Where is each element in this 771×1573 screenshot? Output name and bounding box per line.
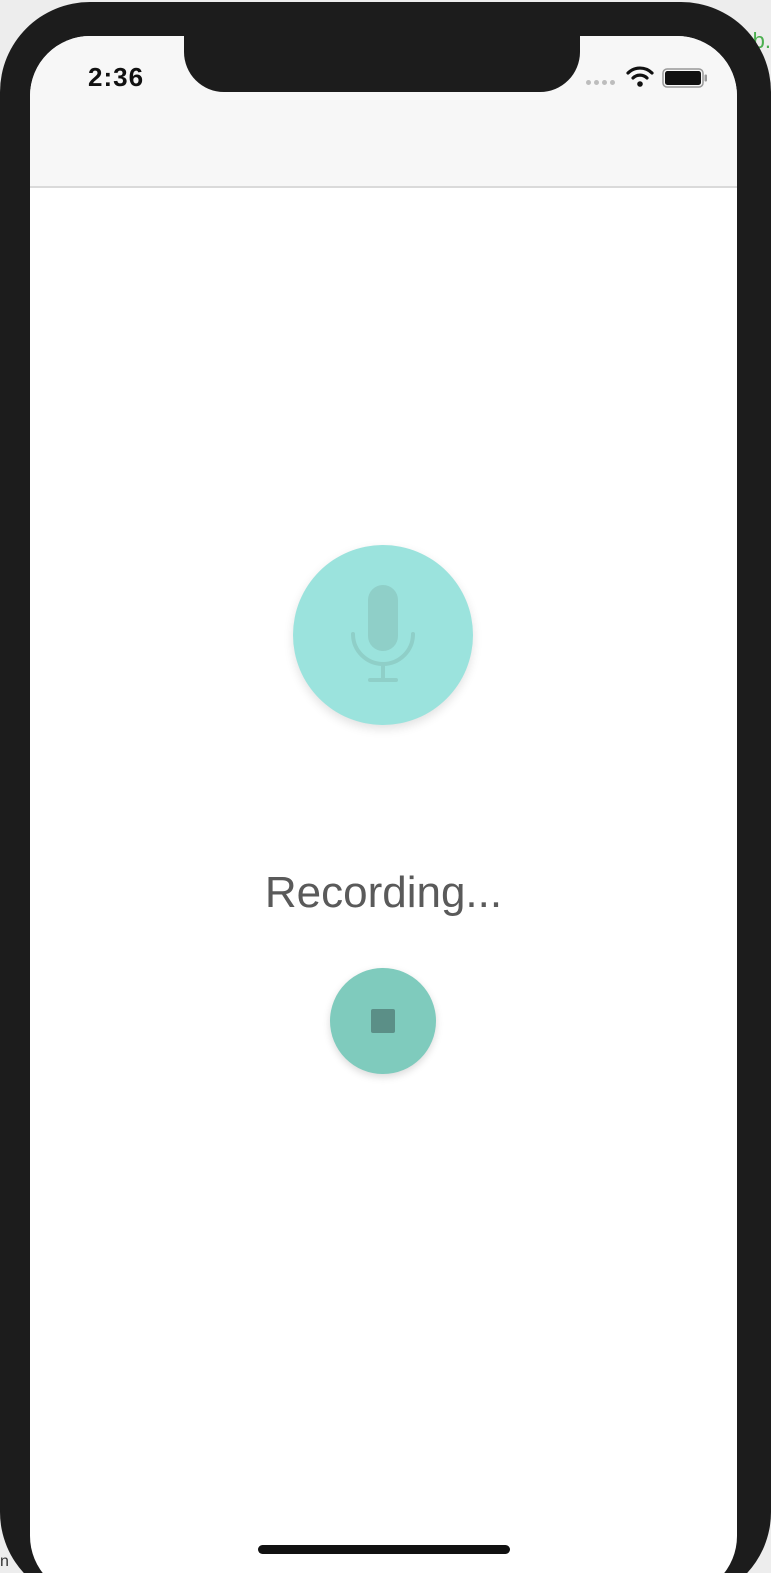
- phone-frame: 2:36 Recording...: [0, 2, 771, 1573]
- status-time: 2:36: [88, 62, 145, 92]
- app-screen: 2:36 Recording...: [30, 36, 737, 1573]
- signal-dots-icon: [586, 80, 615, 85]
- stop-icon: [371, 1009, 395, 1033]
- background-fragment-bottom: n: [0, 1553, 9, 1570]
- home-indicator[interactable]: [258, 1545, 510, 1554]
- stop-recording-button[interactable]: [330, 968, 436, 1074]
- microphone-icon: [351, 585, 415, 682]
- battery-icon: [662, 68, 707, 88]
- recording-status-label: Recording...: [264, 868, 503, 917]
- device-notch: [184, 36, 580, 92]
- microphone-button[interactable]: [293, 545, 473, 725]
- simulator-window: b. 2:36 Recording... n: [0, 0, 771, 1573]
- wifi-icon: [626, 66, 654, 87]
